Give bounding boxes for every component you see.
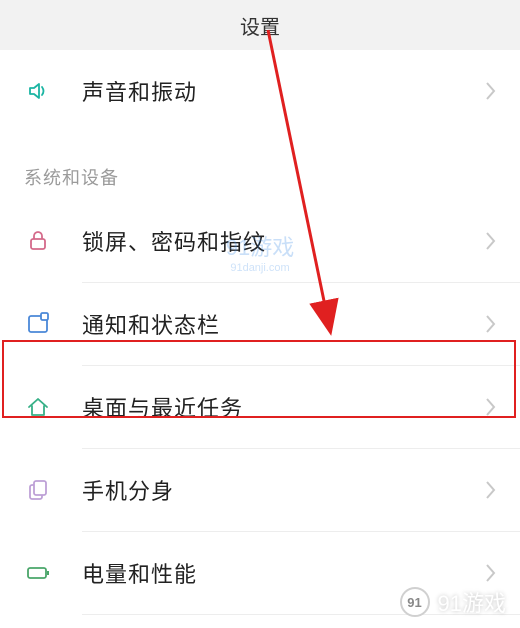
chevron-right-icon: [484, 231, 496, 251]
clone-icon: [24, 476, 52, 504]
row-label: 通知和状态栏: [82, 308, 484, 340]
speaker-icon: [24, 77, 52, 105]
page-title: 设置: [240, 11, 280, 40]
chevron-right-icon: [484, 314, 496, 334]
row-home-recent-tasks[interactable]: 桌面与最近任务: [0, 366, 520, 448]
row-label: 声音和振动: [82, 75, 484, 107]
chevron-right-icon: [484, 81, 496, 101]
row-label: 电量和性能: [82, 557, 484, 589]
chevron-right-icon: [484, 563, 496, 583]
row-notification-statusbar[interactable]: 通知和状态栏: [0, 283, 520, 365]
row-label: 手机分身: [82, 474, 484, 506]
chevron-right-icon: [484, 480, 496, 500]
section-label: 系统和设备: [24, 168, 119, 188]
battery-icon: [24, 559, 52, 587]
settings-header: 设置: [0, 0, 520, 50]
watermark-logo-icon: 91: [400, 587, 430, 617]
row-label: 桌面与最近任务: [82, 391, 484, 423]
row-lockscreen-password[interactable]: 锁屏、密码和指纹: [0, 200, 520, 282]
notification-icon: [24, 310, 52, 338]
row-sound-vibration[interactable]: 声音和振动: [0, 50, 520, 132]
watermark-corner: 91 91游戏: [400, 586, 506, 618]
watermark-corner-text: 91游戏: [438, 586, 506, 618]
home-icon: [24, 393, 52, 421]
section-system-and-device: 系统和设备: [0, 146, 520, 200]
row-phone-clone[interactable]: 手机分身: [0, 449, 520, 531]
chevron-right-icon: [484, 397, 496, 417]
row-label: 锁屏、密码和指纹: [82, 225, 484, 257]
lock-icon: [24, 227, 52, 255]
